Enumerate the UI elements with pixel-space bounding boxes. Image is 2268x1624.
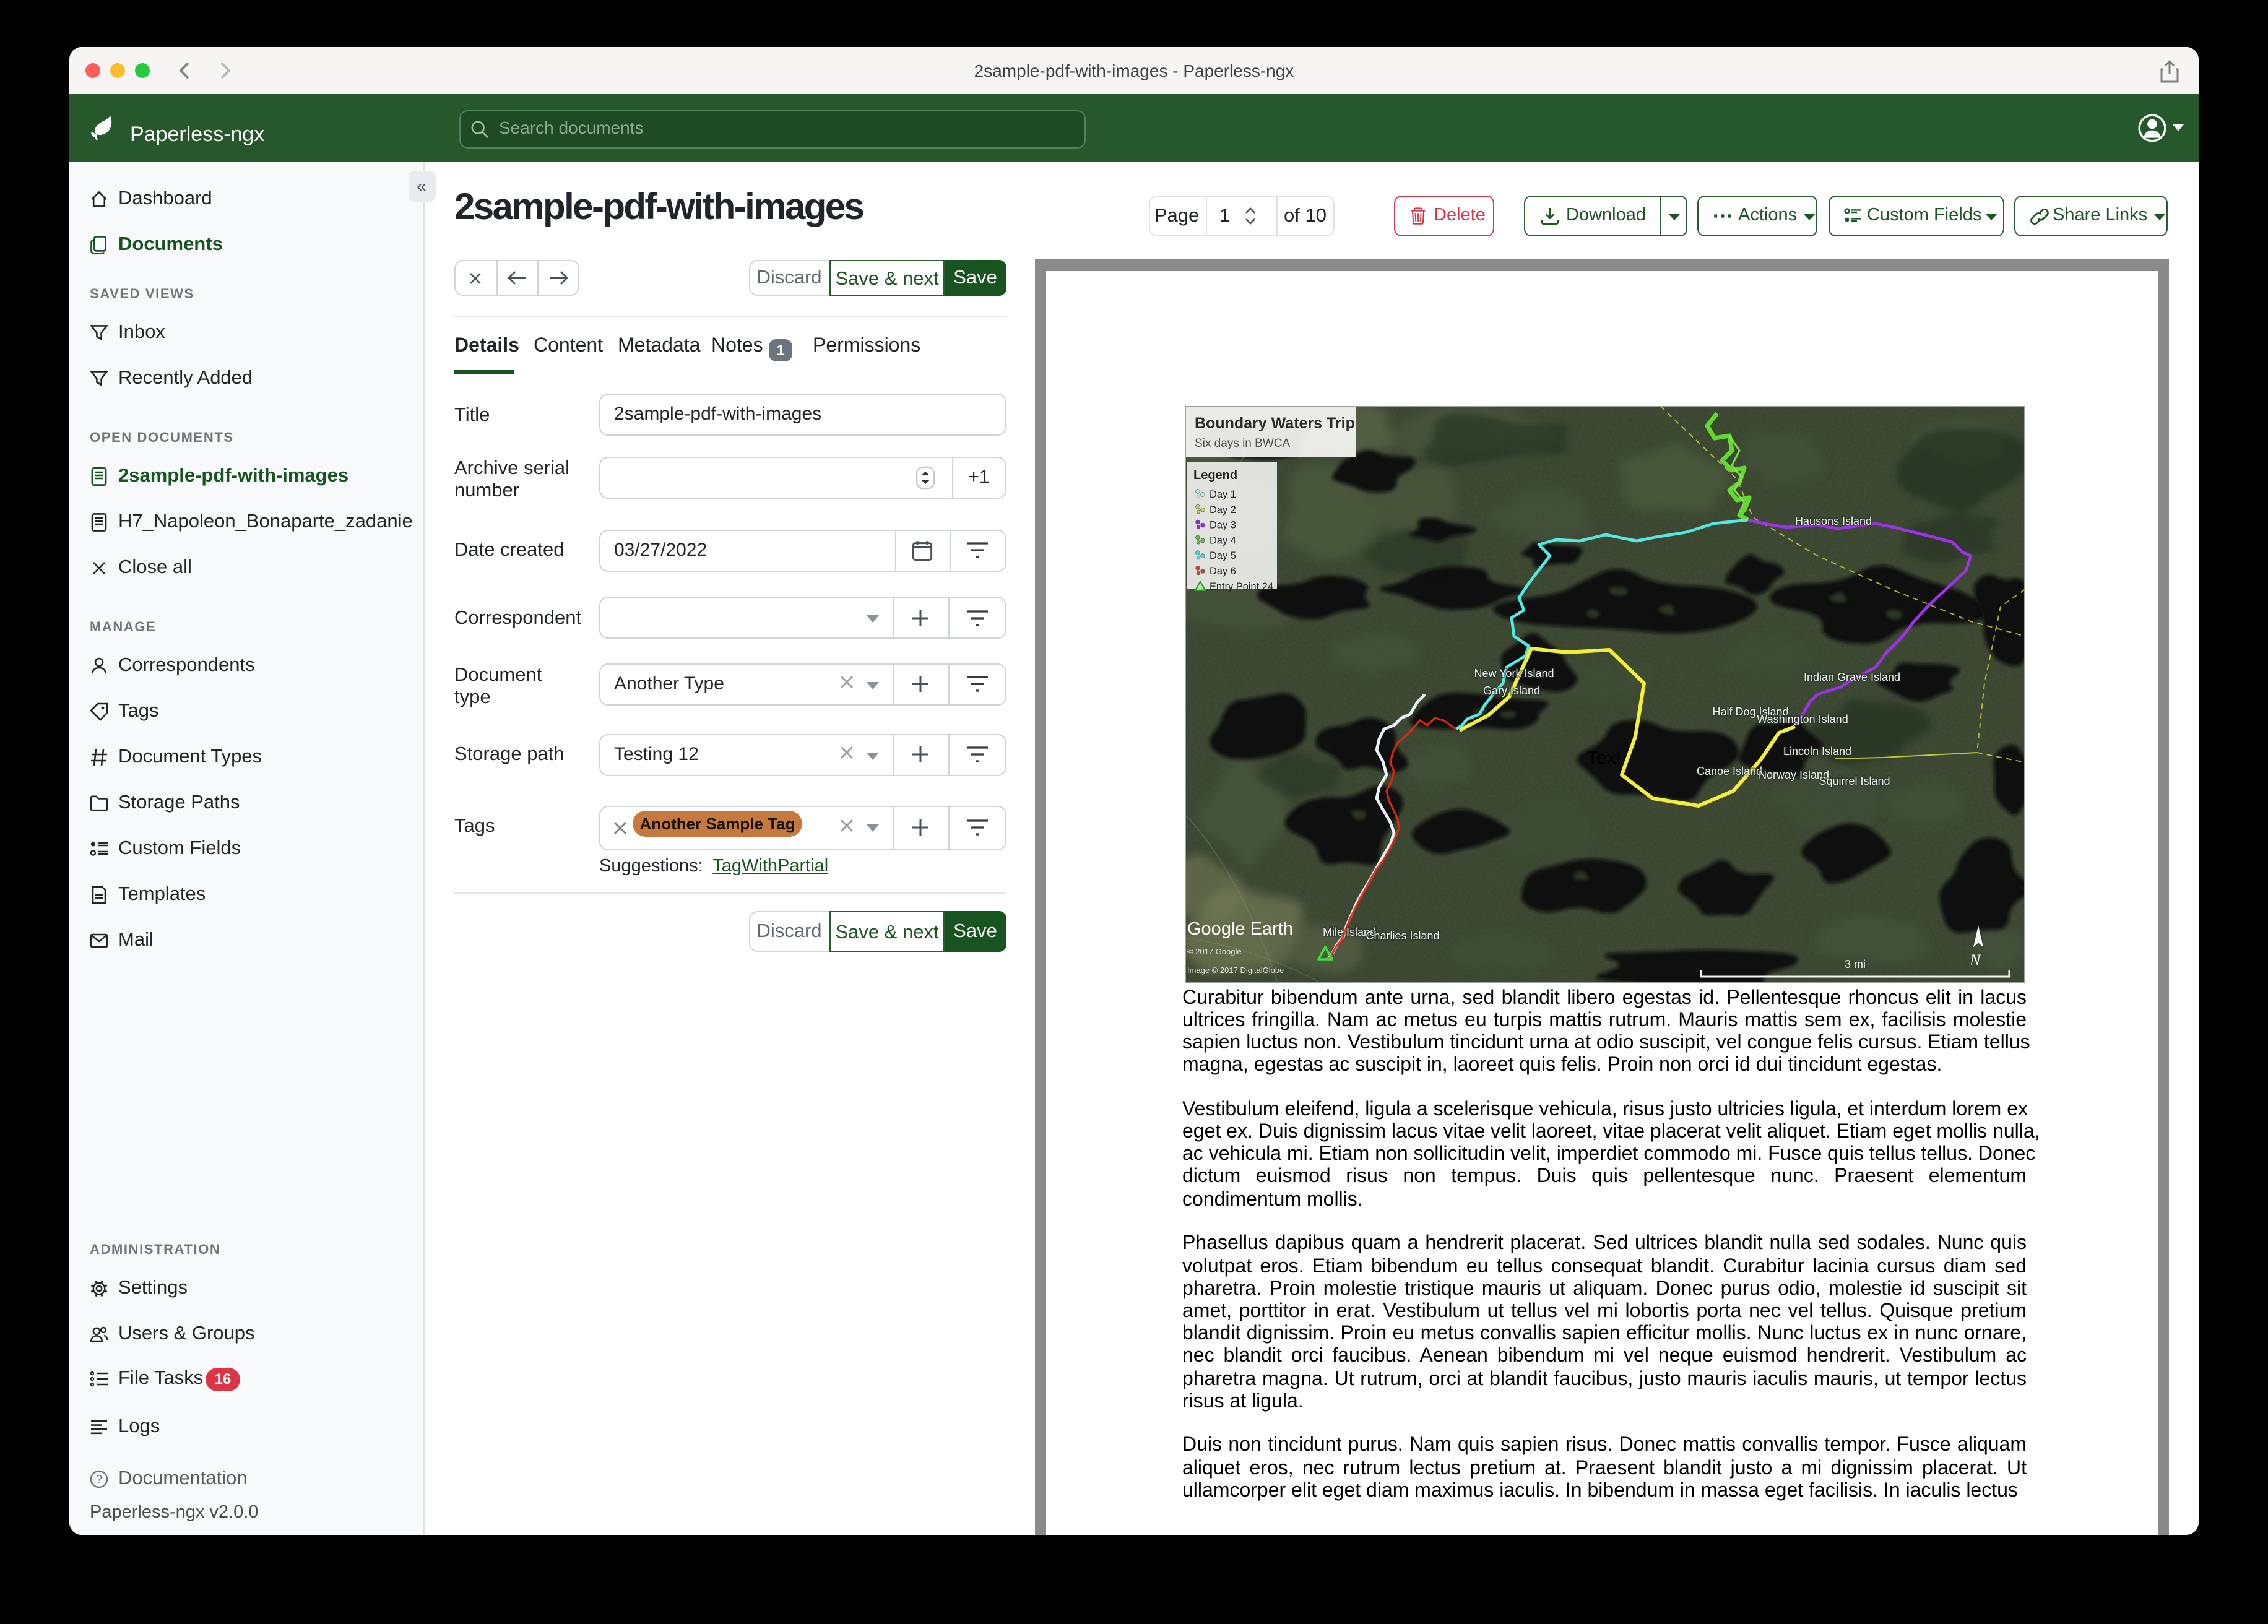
svg-text:Day 5: Day 5 [1210, 550, 1236, 561]
svg-text:Lincoln Island: Lincoln Island [1783, 745, 1851, 757]
svg-text:Day 3: Day 3 [1210, 519, 1236, 530]
svg-text:© 2017 Google: © 2017 Google [1187, 946, 1242, 956]
svg-text:Hausons Island: Hausons Island [1795, 514, 1872, 527]
svg-text:Gary Island: Gary Island [1483, 684, 1540, 696]
svg-text:Day 2: Day 2 [1210, 504, 1236, 515]
svg-text:Squirrel Island: Squirrel Island [1819, 774, 1890, 787]
svg-text:Day 1: Day 1 [1210, 488, 1236, 499]
svg-text:Day 6: Day 6 [1210, 565, 1236, 576]
svg-text:Boundary Waters Trip: Boundary Waters Trip [1195, 414, 1355, 431]
svg-text:Canoe Island: Canoe Island [1697, 764, 1762, 777]
svg-text:New York Island: New York Island [1474, 667, 1554, 679]
svg-text:N: N [1969, 951, 1981, 969]
svg-text:Entry Point 24: Entry Point 24 [1210, 581, 1273, 592]
svg-text:3 mi: 3 mi [1845, 957, 1866, 970]
svg-text:Washington Island: Washington Island [1757, 712, 1848, 725]
svg-text:Image © 2017 DigitalGlobe: Image © 2017 DigitalGlobe [1187, 965, 1284, 974]
svg-text:Six days in BWCA: Six days in BWCA [1195, 436, 1290, 449]
svg-text:Charlies Island: Charlies Island [1366, 929, 1439, 941]
svg-text:Legend: Legend [1193, 468, 1237, 482]
svg-text:Indian Grave Island: Indian Grave Island [1804, 670, 1900, 683]
svg-text:?: ? [96, 1472, 102, 1485]
svg-text:Google Earth: Google Earth [1187, 918, 1293, 938]
svg-text:Day 4: Day 4 [1210, 534, 1236, 545]
svg-text:Text: Text [1587, 747, 1622, 767]
